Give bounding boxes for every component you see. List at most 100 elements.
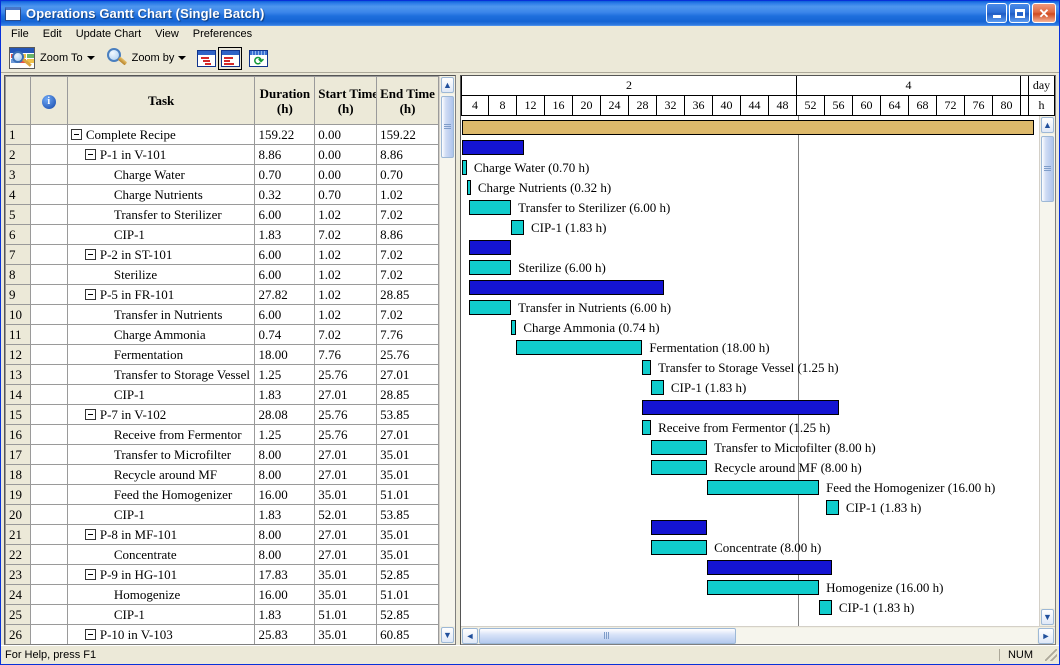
start-time-cell[interactable]: 7.76 <box>314 344 378 365</box>
task-name-cell[interactable]: Charge Ammonia <box>66 324 256 345</box>
table-row[interactable]: 13 Transfer to Storage Vessel 1.25 25.76 27.… <box>5 364 439 385</box>
row-info-cell[interactable] <box>29 144 68 165</box>
duration-cell[interactable]: 159.22 <box>254 124 316 145</box>
row-number-cell[interactable]: 2 <box>5 144 31 165</box>
task-name-cell[interactable]: Charge Water <box>66 164 256 185</box>
end-time-cell[interactable]: 1.02 <box>376 184 439 205</box>
collapse-expander-icon[interactable] <box>84 529 96 540</box>
task-name-cell[interactable]: Homogenize <box>66 584 256 605</box>
row-number-cell[interactable]: 25 <box>5 604 31 625</box>
row-info-cell[interactable] <box>29 124 68 145</box>
menu-item-edit[interactable]: Edit <box>36 27 69 42</box>
gantt-scroll-track[interactable] <box>1040 134 1055 608</box>
start-time-cell[interactable]: 25.76 <box>314 404 378 425</box>
row-number-cell[interactable]: 3 <box>5 164 31 185</box>
task-name-cell[interactable]: Receive from Fermentor <box>66 424 256 445</box>
gantt-bar-operation[interactable] <box>469 200 512 215</box>
gantt-bar-recipe[interactable] <box>462 120 1034 135</box>
column-header-row-number[interactable] <box>5 76 31 125</box>
collapse-expander-icon[interactable] <box>84 249 96 260</box>
start-time-cell[interactable]: 25.76 <box>314 424 378 445</box>
menu-item-update-chart[interactable]: Update Chart <box>69 27 148 42</box>
table-row[interactable]: 7 P-2 in ST-101 6.00 1.02 7.02 <box>5 244 439 265</box>
column-header-task[interactable]: Task <box>66 76 256 125</box>
task-name-cell[interactable]: P-1 in V-101 <box>66 144 256 165</box>
row-number-cell[interactable]: 8 <box>5 264 31 285</box>
table-row[interactable]: 15 P-7 in V-102 28.08 25.76 53.85 <box>5 404 439 425</box>
start-time-cell[interactable]: 27.01 <box>314 544 378 565</box>
zoom-by-icon[interactable] <box>106 48 127 68</box>
duration-cell[interactable]: 0.32 <box>254 184 316 205</box>
table-row[interactable]: 6 CIP-1 1.83 7.02 8.86 <box>5 224 439 245</box>
task-name-cell[interactable]: Complete Recipe <box>66 124 256 145</box>
gantt-bar-operation[interactable] <box>466 180 471 195</box>
task-name-cell[interactable]: Transfer in Nutrients <box>66 304 256 325</box>
collapse-expander-icon[interactable] <box>84 289 96 300</box>
menu-item-file[interactable]: File <box>4 27 36 42</box>
row-number-cell[interactable]: 6 <box>5 224 31 245</box>
row-info-cell[interactable] <box>29 204 68 225</box>
duration-cell[interactable]: 0.74 <box>254 324 316 345</box>
end-time-cell[interactable]: 35.01 <box>376 444 439 465</box>
refresh-chart-button[interactable]: ⟳ <box>246 47 270 70</box>
end-time-cell[interactable]: 25.76 <box>376 344 439 365</box>
end-time-cell[interactable]: 8.86 <box>376 144 439 165</box>
table-row[interactable]: 17 Transfer to Microfilter 8.00 27.01 35.01 <box>5 444 439 465</box>
duration-cell[interactable]: 1.25 <box>254 364 316 385</box>
gantt-bar-operation[interactable] <box>511 220 524 235</box>
gantt-bar-operation[interactable] <box>651 460 708 475</box>
duration-cell[interactable]: 28.08 <box>254 404 316 425</box>
close-button[interactable]: ✕ <box>1032 3 1056 23</box>
row-info-cell[interactable] <box>29 404 68 425</box>
row-info-cell[interactable] <box>29 284 68 305</box>
collapse-expander-icon[interactable] <box>84 569 96 580</box>
gantt-bar-operation[interactable] <box>511 320 517 335</box>
table-row[interactable]: 10 Transfer in Nutrients 6.00 1.02 7.02 <box>5 304 439 325</box>
gantt-hscroll-thumb[interactable] <box>479 627 736 644</box>
task-name-cell[interactable]: Fermentation <box>66 344 256 365</box>
task-name-cell[interactable]: CIP-1 <box>66 224 256 245</box>
start-time-cell[interactable]: 1.02 <box>314 244 378 265</box>
minimize-button[interactable] <box>986 3 1007 23</box>
menu-item-view[interactable]: View <box>148 27 186 42</box>
gantt-bar-operation[interactable] <box>707 580 820 595</box>
row-number-cell[interactable]: 15 <box>5 404 31 425</box>
row-number-cell[interactable]: 1 <box>5 124 31 145</box>
row-number-cell[interactable]: 11 <box>5 324 31 345</box>
table-row[interactable]: 20 CIP-1 1.83 52.01 53.85 <box>5 504 439 525</box>
row-info-cell[interactable] <box>29 564 68 585</box>
end-time-cell[interactable]: 51.01 <box>376 584 439 605</box>
gantt-bar-procedure[interactable] <box>469 280 664 295</box>
maximize-button[interactable] <box>1009 3 1030 23</box>
scroll-right-icon[interactable]: ► <box>1038 627 1054 644</box>
start-time-cell[interactable]: 27.01 <box>314 464 378 485</box>
gantt-bar-procedure[interactable] <box>642 400 839 415</box>
scroll-left-icon[interactable]: ◄ <box>462 627 478 644</box>
row-info-cell[interactable] <box>29 484 68 505</box>
start-time-cell[interactable]: 52.01 <box>314 504 378 525</box>
gantt-bar-procedure[interactable] <box>707 560 832 575</box>
task-name-cell[interactable]: P-2 in ST-101 <box>66 244 256 265</box>
task-name-cell[interactable]: Transfer to Microfilter <box>66 444 256 465</box>
gantt-scroll-up-icon[interactable]: ▲ <box>1041 117 1054 133</box>
table-row[interactable]: 23 P-9 in HG-101 17.83 35.01 52.85 <box>5 564 439 585</box>
duration-cell[interactable]: 8.00 <box>254 544 316 565</box>
end-time-cell[interactable]: 159.22 <box>376 124 439 145</box>
start-time-cell[interactable]: 7.02 <box>314 224 378 245</box>
row-number-cell[interactable]: 14 <box>5 384 31 405</box>
row-info-cell[interactable] <box>29 264 68 285</box>
table-row[interactable]: 11 Charge Ammonia 0.74 7.02 7.76 <box>5 324 439 345</box>
task-name-cell[interactable]: P-9 in HG-101 <box>66 564 256 585</box>
gantt-bar-procedure[interactable] <box>462 140 525 155</box>
row-info-cell[interactable] <box>29 224 68 245</box>
gantt-scroll-thumb[interactable] <box>1041 136 1054 202</box>
gantt-bar-operation[interactable] <box>651 440 708 455</box>
start-time-cell[interactable]: 27.01 <box>314 444 378 465</box>
task-table-scroll-track[interactable] <box>440 94 455 626</box>
row-number-cell[interactable]: 13 <box>5 364 31 385</box>
column-header-start-time[interactable]: Start Time (h) <box>314 76 378 125</box>
row-number-cell[interactable]: 20 <box>5 504 31 525</box>
table-row[interactable]: 22 Concentrate 8.00 27.01 35.01 <box>5 544 439 565</box>
duration-cell[interactable]: 1.83 <box>254 384 316 405</box>
task-name-cell[interactable]: P-5 in FR-101 <box>66 284 256 305</box>
